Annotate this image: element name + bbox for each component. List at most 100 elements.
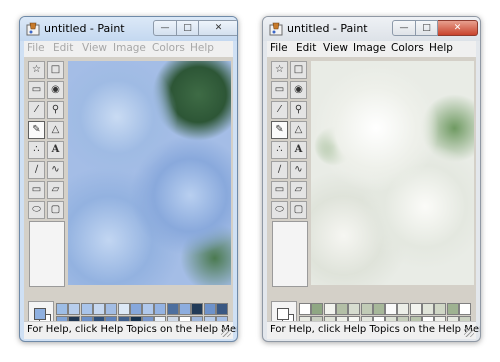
paint-app-icon[interactable] [269,22,283,36]
maximize-button[interactable]: □ [177,20,199,36]
menu-file[interactable]: File [27,42,45,54]
status-bar: For Help, click Help Topics on the Help … [267,321,480,339]
palette-swatch[interactable] [179,303,191,315]
tool-options-box[interactable] [29,221,65,287]
line-icon[interactable]: ∕ [271,161,288,179]
palette-swatch[interactable] [68,303,81,315]
palette-swatch[interactable] [191,303,204,315]
client-area: ☆ □ ▭ ◉ ⁄ ⚲ ✎ △ ∴ A ∕ ∿ ▭ ▱ ⬭ ▢ [24,57,233,338]
foreground-color-swatch [277,308,289,320]
minimize-button[interactable]: — [392,20,416,36]
fill-bucket-icon[interactable]: ◉ [47,81,64,99]
menu-bar: File Edit View Image Colors Help [24,41,233,57]
palette-swatch[interactable] [311,303,324,315]
rounded-rectangle-icon[interactable]: ▢ [47,201,64,219]
menu-bar: File Edit View Image Colors Help [267,41,476,57]
palette-swatch[interactable] [348,303,361,315]
menu-help[interactable]: Help [429,42,453,54]
drawing-canvas[interactable] [311,61,474,285]
fill-bucket-icon[interactable]: ◉ [290,81,307,99]
resize-grip-icon[interactable] [464,327,474,337]
palette-swatch[interactable] [446,303,459,315]
text-tool-icon[interactable]: A [290,141,307,159]
close-button[interactable]: ✕ [199,20,237,36]
eraser-icon[interactable]: ▭ [28,81,45,99]
menu-help[interactable]: Help [190,42,214,54]
resize-grip-icon[interactable] [221,327,231,337]
airbrush-icon[interactable]: ∴ [271,141,288,159]
palette-swatch[interactable] [434,303,447,315]
palette-swatch[interactable] [335,303,348,315]
text-tool-icon[interactable]: A [47,141,64,159]
rect-select-icon[interactable]: □ [290,61,307,79]
palette-swatch[interactable] [458,303,471,315]
menu-colors[interactable]: Colors [152,42,185,54]
rectangle-icon[interactable]: ▭ [28,181,45,199]
palette-swatch[interactable] [409,303,422,315]
close-button[interactable]: ✕ [438,20,478,36]
menu-edit[interactable]: Edit [53,42,73,54]
color-picker-icon[interactable]: ⁄ [28,101,45,119]
rounded-rectangle-icon[interactable]: ▢ [290,201,307,219]
status-text: For Help, click Help Topics on the Help … [27,324,238,335]
eraser-icon[interactable]: ▭ [271,81,288,99]
status-text: For Help, click Help Topics on the Help … [270,324,481,335]
palette-swatch[interactable] [323,303,336,315]
palette-swatch[interactable] [299,303,311,315]
palette-swatch[interactable] [142,303,155,315]
palette-swatch[interactable] [166,303,179,315]
menu-file[interactable]: File [270,42,288,54]
color-picker-icon[interactable]: ⁄ [271,101,288,119]
line-icon[interactable]: ∕ [28,161,45,179]
ellipse-icon[interactable]: ⬭ [271,201,288,219]
palette-swatch[interactable] [117,303,130,315]
palette-swatch[interactable] [80,303,93,315]
window-title: untitled - Paint [44,22,125,35]
palette-swatch[interactable] [422,303,434,315]
palette-swatch[interactable] [56,303,68,315]
title-bar[interactable]: untitled - Paint — □ ✕ [263,17,480,41]
free-select-icon[interactable]: ☆ [28,61,45,79]
free-select-icon[interactable]: ☆ [271,61,288,79]
palette-swatch[interactable] [360,303,373,315]
title-bar[interactable]: untitled - Paint — □ ✕ [20,17,237,41]
magnifier-icon[interactable]: ⚲ [47,101,64,119]
foreground-color-swatch [34,308,46,320]
palette-swatch[interactable] [92,303,105,315]
palette-swatch[interactable] [203,303,216,315]
palette-swatch[interactable] [129,303,142,315]
polygon-icon[interactable]: ▱ [47,181,64,199]
menu-colors[interactable]: Colors [391,42,424,54]
polygon-icon[interactable]: ▱ [290,181,307,199]
maximize-button[interactable]: □ [416,20,438,36]
palette-swatch[interactable] [215,303,228,315]
menu-image[interactable]: Image [353,42,386,54]
menu-view[interactable]: View [323,42,348,54]
ellipse-icon[interactable]: ⬭ [28,201,45,219]
palette-swatch[interactable] [385,303,398,315]
brush-icon[interactable]: △ [290,121,307,139]
minimize-button[interactable]: — [153,20,177,36]
palette-swatch[interactable] [397,303,410,315]
palette-swatch[interactable] [105,303,118,315]
pencil-icon[interactable]: ✎ [28,121,45,139]
drawing-canvas[interactable] [68,61,231,285]
curve-icon[interactable]: ∿ [47,161,64,179]
magnifier-icon[interactable]: ⚲ [290,101,307,119]
airbrush-icon[interactable]: ∴ [28,141,45,159]
pencil-icon[interactable]: ✎ [271,121,288,139]
palette-swatch[interactable] [154,303,167,315]
paint-app-icon[interactable] [26,22,40,36]
brush-icon[interactable]: △ [47,121,64,139]
menu-image[interactable]: Image [113,42,146,54]
curve-icon[interactable]: ∿ [290,161,307,179]
window-title: untitled - Paint [287,22,368,35]
menu-view[interactable]: View [82,42,107,54]
rect-select-icon[interactable]: □ [47,61,64,79]
menu-edit[interactable]: Edit [296,42,316,54]
client-area: ☆ □ ▭ ◉ ⁄ ⚲ ✎ △ ∴ A ∕ ∿ ▭ ▱ ⬭ ▢ [267,57,476,338]
tool-options-box[interactable] [272,221,308,287]
palette-swatch[interactable] [372,303,385,315]
rectangle-icon[interactable]: ▭ [271,181,288,199]
paint-window-blue: untitled - Paint — □ ✕ File Edit View Im… [19,16,238,342]
